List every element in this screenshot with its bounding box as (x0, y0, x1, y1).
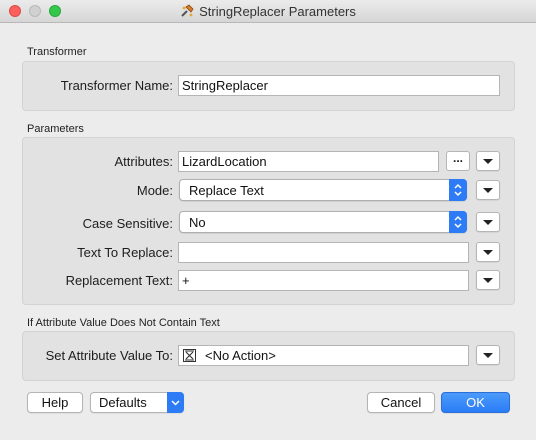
text-to-replace-label: Text To Replace: (77, 245, 173, 260)
ok-button[interactable]: OK (441, 392, 510, 413)
attributes-browse-button[interactable]: ... (446, 151, 470, 171)
replacement-text-field[interactable]: + (178, 270, 469, 291)
cancel-button[interactable]: Cancel (367, 392, 435, 413)
chevron-down-icon (167, 392, 184, 413)
attributes-menu-button[interactable] (476, 151, 500, 171)
set-attribute-value-label: Set Attribute Value To: (45, 348, 173, 363)
up-down-arrows-icon (449, 211, 467, 233)
parameters-section-heading: Parameters (27, 123, 84, 135)
mode-menu-button[interactable] (476, 180, 500, 200)
replacement-text-menu-button[interactable] (476, 270, 500, 290)
transformer-icon (180, 4, 194, 18)
mode-select-value: Replace Text (189, 183, 264, 198)
attributes-label: Attributes: (114, 154, 173, 169)
text-to-replace-field[interactable] (178, 242, 469, 263)
up-down-arrows-icon (449, 179, 467, 201)
case-sensitive-select-value: No (189, 215, 206, 230)
window-title: StringReplacer Parameters (0, 4, 536, 19)
case-sensitive-select[interactable]: No (179, 211, 467, 233)
title-bar[interactable]: StringReplacer Parameters (0, 0, 536, 23)
no-text-section-heading: If Attribute Value Does Not Contain Text (27, 317, 220, 329)
replacement-text-label: Replacement Text: (65, 273, 173, 288)
set-attribute-value-text: <No Action> (205, 348, 276, 363)
help-button[interactable]: Help (27, 392, 83, 413)
set-attribute-value-menu-button[interactable] (476, 345, 500, 365)
chevron-down-icon (483, 278, 493, 283)
chevron-down-icon (483, 220, 493, 225)
transformer-name-field[interactable]: StringReplacer (178, 75, 500, 96)
text-to-replace-menu-button[interactable] (476, 242, 500, 262)
transformer-name-label: Transformer Name: (60, 78, 173, 93)
case-sensitive-label: Case Sensitive: (82, 216, 173, 231)
window-title-text: StringReplacer Parameters (199, 4, 356, 19)
chevron-down-icon (483, 159, 493, 164)
mode-select[interactable]: Replace Text (179, 179, 467, 201)
defaults-button[interactable]: Defaults (90, 392, 184, 413)
set-attribute-value-field[interactable]: <No Action> (178, 345, 469, 366)
case-sensitive-menu-button[interactable] (476, 212, 500, 232)
chevron-down-icon (483, 353, 493, 358)
attributes-field[interactable]: LizardLocation (178, 151, 439, 172)
chevron-down-icon (483, 250, 493, 255)
dialog-window: StringReplacer Parameters Transformer Tr… (0, 0, 536, 440)
mode-label: Mode: (136, 183, 173, 198)
chevron-down-icon (483, 188, 493, 193)
defaults-button-label: Defaults (99, 395, 147, 410)
no-action-icon (183, 349, 196, 362)
transformer-section-heading: Transformer (27, 46, 87, 58)
